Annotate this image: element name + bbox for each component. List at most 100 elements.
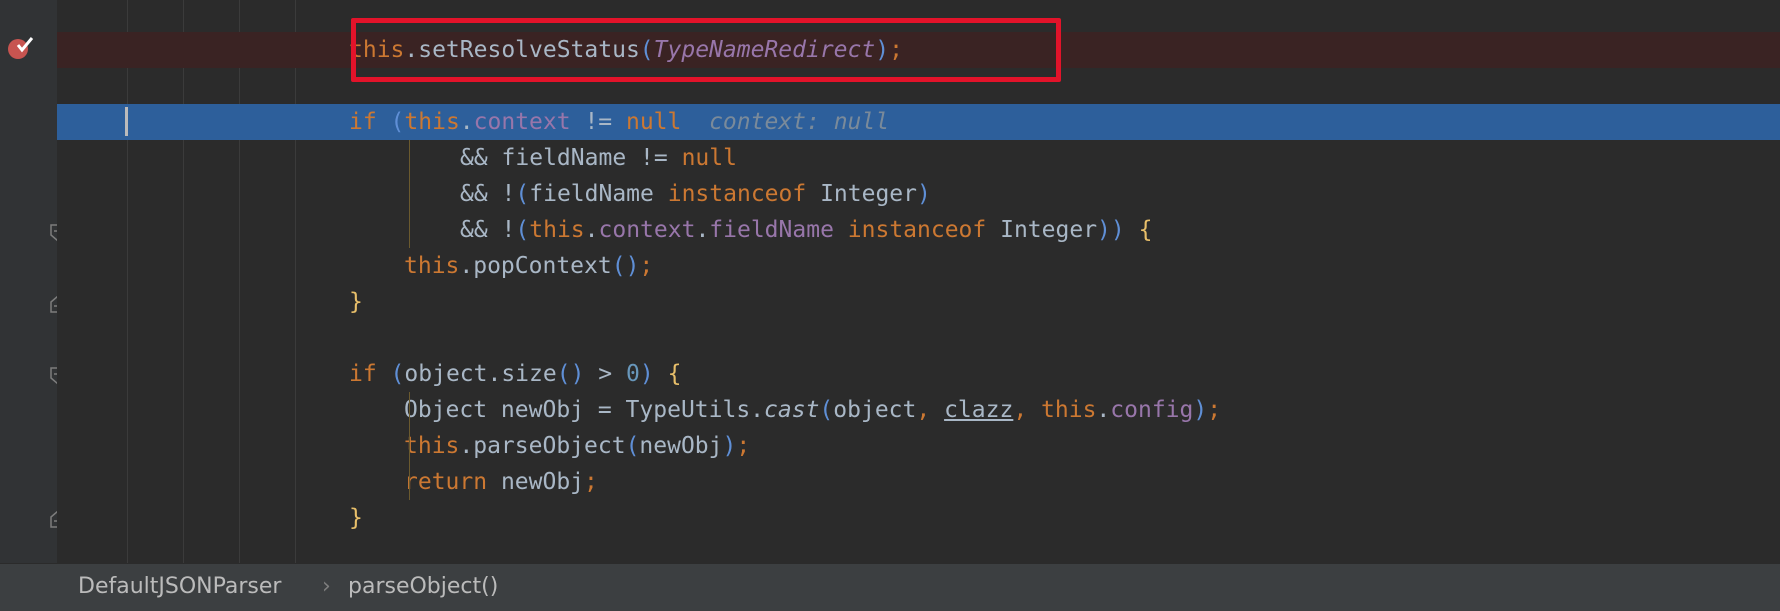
code-text: this.popContext(); <box>404 248 653 284</box>
code-text: && !(fieldName instanceof Integer) <box>460 176 931 212</box>
paren: ( <box>819 397 834 423</box>
code-line[interactable]: return newObj; <box>57 464 1780 500</box>
code-text: } <box>349 500 363 536</box>
keyword-return: return <box>404 469 488 495</box>
breadcrumb-bar: DefaultJSONParser › parseObject() <box>0 563 1780 611</box>
identifier-clazz: clazz <box>944 397 1014 423</box>
operator: != <box>570 109 626 135</box>
paren: () <box>611 253 640 279</box>
brace: { <box>667 361 682 387</box>
code-line[interactable]: && fieldName != null <box>57 140 1780 176</box>
editor-gutter[interactable] <box>0 0 66 563</box>
dot: . <box>584 217 599 243</box>
breadcrumb-method[interactable]: parseObject() <box>348 574 498 599</box>
operator: != <box>626 145 682 171</box>
keyword-instanceof: instanceof <box>667 181 807 207</box>
static-method-cast: cast <box>764 397 820 423</box>
semicolon: ; <box>736 433 751 459</box>
breadcrumb-class[interactable]: DefaultJSONParser <box>78 574 281 599</box>
field-fieldname: fieldName <box>709 217 834 243</box>
semicolon: ; <box>584 469 598 495</box>
keyword-this: this <box>404 253 460 279</box>
keyword-this: this <box>404 433 460 459</box>
brace: } <box>349 505 363 531</box>
paren: () <box>556 361 585 387</box>
dot: . <box>459 109 474 135</box>
code-text: if (this.context != null context: null <box>349 104 889 140</box>
code-text: } <box>349 284 363 320</box>
operator: && ! <box>460 181 516 207</box>
code-line[interactable]: if (object.size() > 0) { <box>57 356 1780 392</box>
paren: )) <box>1097 217 1125 243</box>
code-line[interactable]: this.parseObject(newObj); <box>57 428 1780 464</box>
code-line-execution[interactable]: if (this.context != null context: null <box>57 104 1780 140</box>
type-name: Integer <box>986 217 1098 243</box>
brace: } <box>349 289 363 315</box>
paren: ) <box>639 361 654 387</box>
method-call: object.size <box>404 361 557 387</box>
scope-indicator <box>409 140 410 248</box>
inline-debug-hint: context: null <box>681 109 890 135</box>
code-line[interactable]: && !(fieldName instanceof Integer) <box>57 176 1780 212</box>
code-text: return newObj; <box>404 464 598 500</box>
paren: ) <box>1193 397 1208 423</box>
comma: , <box>916 397 945 423</box>
code-text: Object newObj = TypeUtils.cast(object, c… <box>404 392 1221 428</box>
paren: ( <box>390 361 405 387</box>
breadcrumb-separator-icon: › <box>322 574 331 599</box>
declaration: Object newObj = TypeUtils. <box>404 397 765 423</box>
code-text: && !(this.context.fieldName instanceof I… <box>460 212 1152 248</box>
field-context: context <box>473 109 571 135</box>
dot: . <box>695 217 710 243</box>
code-editor[interactable]: this.setResolveStatus(TypeNameRedirect);… <box>57 0 1780 563</box>
operator: && ! <box>460 217 516 243</box>
keyword-this: this <box>1041 397 1097 423</box>
keyword-if: if <box>349 361 391 387</box>
brace: { <box>1138 217 1153 243</box>
operator: > <box>584 361 626 387</box>
paren: ) <box>722 433 737 459</box>
highlight-box <box>351 18 1061 82</box>
semicolon: ; <box>1207 397 1222 423</box>
code-text: && fieldName != null <box>460 140 737 176</box>
paren: ( <box>515 217 530 243</box>
paren: ( <box>390 109 405 135</box>
code-line[interactable]: } <box>57 500 1780 536</box>
identifier: newObj <box>487 469 585 495</box>
semicolon: ; <box>639 253 654 279</box>
keyword-null: null <box>625 109 682 135</box>
text-caret <box>125 107 128 136</box>
code-line[interactable]: Object newObj = TypeUtils.cast(object, c… <box>57 392 1780 428</box>
code-line[interactable]: && !(this.context.fieldName instanceof I… <box>57 212 1780 248</box>
scope-indicator <box>409 392 410 500</box>
code-line[interactable]: } <box>57 284 1780 320</box>
identifier: newObj <box>639 433 723 459</box>
keyword-this: this <box>404 109 460 135</box>
identifier: fieldName <box>529 181 668 207</box>
code-line[interactable]: this.popContext(); <box>57 248 1780 284</box>
field-context: context <box>598 217 696 243</box>
identifier: object <box>833 397 917 423</box>
method-call: .parseObject <box>459 433 626 459</box>
paren: ) <box>917 181 931 207</box>
paren: ( <box>625 433 640 459</box>
operator: && <box>460 145 502 171</box>
breakpoint-verified-icon[interactable] <box>6 34 34 62</box>
dot: . <box>1096 397 1111 423</box>
code-text: if (object.size() > 0) { <box>349 356 681 392</box>
keyword-this: this <box>529 217 585 243</box>
number-literal: 0 <box>625 361 640 387</box>
code-text: this.parseObject(newObj); <box>404 428 750 464</box>
field-config: config <box>1110 397 1194 423</box>
keyword-if: if <box>349 109 391 135</box>
keyword-null: null <box>681 145 737 171</box>
keyword-instanceof: instanceof <box>847 217 987 243</box>
identifier: fieldName <box>501 145 627 171</box>
comma: , <box>1013 397 1042 423</box>
paren: ( <box>515 181 530 207</box>
type-name: Integer <box>806 181 917 207</box>
method-call: .popContext <box>459 253 612 279</box>
